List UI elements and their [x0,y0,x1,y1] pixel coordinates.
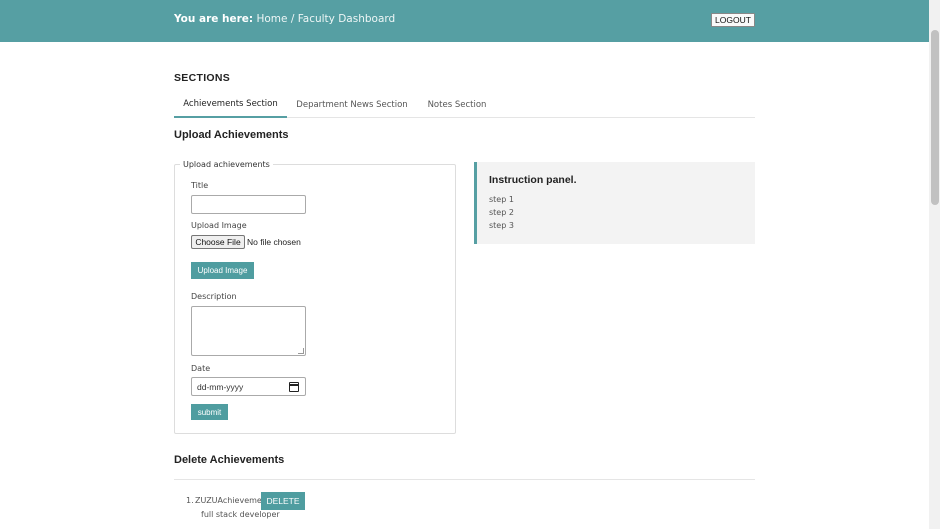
divider [174,479,755,480]
achievement-description: full stack developer [201,510,280,519]
instruction-step: step 2 [489,208,514,217]
choose-file-button[interactable]: Choose File [191,235,245,249]
section-tabs: Achievements Section Department News Sec… [174,92,755,118]
calendar-icon[interactable] [289,382,299,392]
upload-image-label: Upload Image [191,221,247,230]
title-input[interactable] [191,195,306,214]
date-placeholder: dd-mm-yyyy [197,382,244,392]
upload-form-legend: Upload achievements [183,160,270,169]
tab-department-news[interactable]: Department News Section [294,92,410,117]
top-header: You are here: Home / Faculty Dashboard L… [0,0,929,42]
instruction-step: step 1 [489,195,514,204]
delete-button[interactable]: DELETE [261,492,305,510]
list-item-number: 1. [186,496,194,505]
tab-notes[interactable]: Notes Section [422,92,492,117]
description-textarea[interactable] [191,306,306,356]
upload-image-button[interactable]: Upload Image [191,262,254,279]
page-scrollbar[interactable] [929,0,940,529]
delete-achievements-heading: Delete Achievements [174,454,285,466]
resize-handle[interactable] [298,348,304,354]
tab-achievements[interactable]: Achievements Section [174,92,287,118]
breadcrumb-path[interactable]: Home / Faculty Dashboard [256,13,395,25]
submit-button[interactable]: submit [191,404,228,420]
upload-achievements-heading: Upload Achievements [174,129,289,141]
achievement-title: ZUZUAchievement [195,496,271,505]
breadcrumb-prefix: You are here: [174,13,254,25]
instruction-step: step 3 [489,221,514,230]
sections-title: SECTIONS [174,72,231,84]
breadcrumb: You are here: Home / Faculty Dashboard [174,13,395,25]
date-input[interactable]: dd-mm-yyyy [191,377,306,396]
scrollbar-thumb[interactable] [931,30,939,205]
instruction-panel-title: Instruction panel. [489,174,577,186]
logout-button[interactable]: LOGOUT [711,13,755,27]
file-status-text: No file chosen [247,237,301,247]
instruction-panel: Instruction panel. step 1 step 2 step 3 [474,162,755,244]
date-label: Date [191,364,211,373]
description-label: Description [191,292,237,301]
title-label: Title [191,181,209,190]
